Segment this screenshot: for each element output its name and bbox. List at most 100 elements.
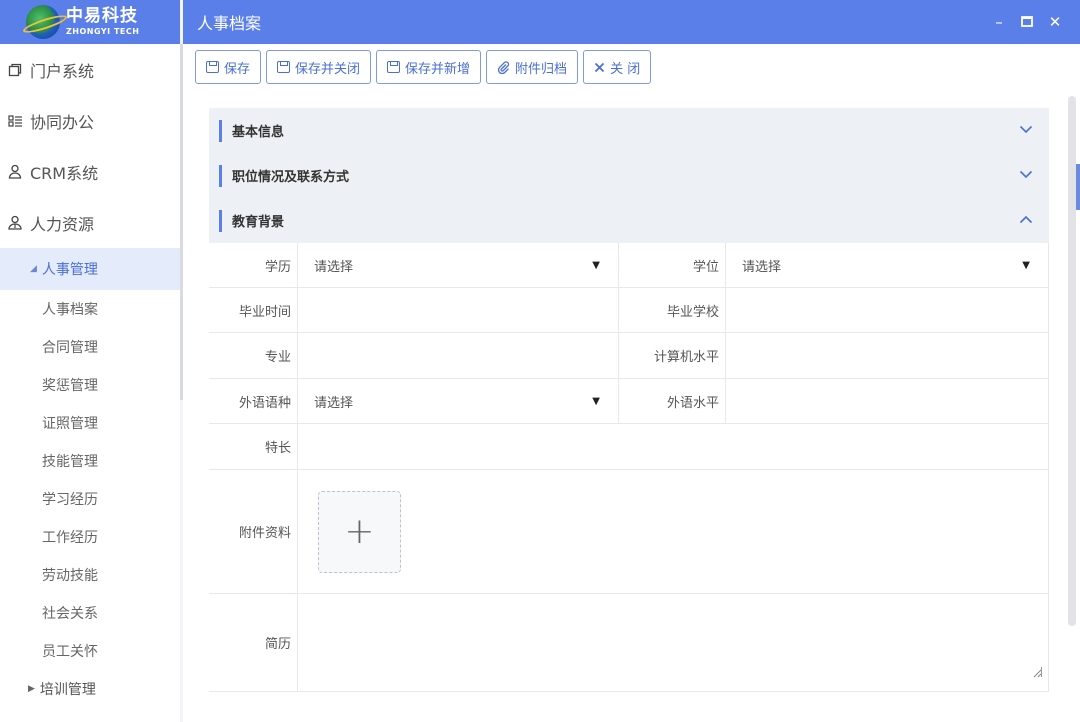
menu-item-label: 门户系统 <box>30 61 95 81</box>
education-select-value: 请选择 <box>314 259 354 275</box>
menu-item-crm[interactable]: CRM系统 <box>0 146 180 197</box>
education-select[interactable]: 请选择 ▼ <box>298 243 619 287</box>
menu-item-label: 协同办公 <box>30 112 95 132</box>
form-content: 基本信息 职位情况及联系方式 教育背景 学历 请选择 ▼ 学位 请选择 ▼ 毕业… <box>209 108 1049 708</box>
computer-level-field[interactable] <box>726 333 1049 378</box>
menu-leaf-labor-skill[interactable]: 劳动技能 <box>0 556 180 594</box>
menu-leaf-reward[interactable]: 奖惩管理 <box>0 366 180 404</box>
archive-window: 人事档案 – ✕ 保存 保存并关闭 保存并新增 附件归档 关 闭 基本信息 职位… <box>183 0 1080 722</box>
grad-time-field[interactable] <box>298 288 619 332</box>
menu-leaf-contract[interactable]: 合同管理 <box>0 328 180 366</box>
logo: 中易科技 ZHONGYI TECH <box>66 8 139 36</box>
language-label: 外语语种 <box>209 379 298 423</box>
caret-down-icon: ▼ <box>592 395 600 407</box>
form-row: 外语语种 请选择 ▼ 外语水平 <box>209 379 1049 424</box>
section-education[interactable]: 教育背景 <box>209 198 1049 243</box>
section-accent <box>219 119 222 142</box>
triangle-down-icon: ◢ <box>30 264 37 274</box>
major-label: 专业 <box>209 333 298 378</box>
menu-group-label: 人事管理 <box>41 262 98 278</box>
menu-group-label: 培训管理 <box>39 682 96 698</box>
window-controls: – ✕ <box>992 0 1062 44</box>
form-row: 专业 计算机水平 <box>209 333 1049 379</box>
form-row: 简历 <box>209 594 1049 692</box>
section-position-contact[interactable]: 职位情况及联系方式 <box>209 153 1049 198</box>
triangle-right-icon: ▶ <box>28 684 35 694</box>
save-icon <box>387 61 401 73</box>
window-scrollbar[interactable] <box>1068 96 1076 626</box>
maximize-icon[interactable] <box>1020 13 1034 31</box>
attachments-label: 附件资料 <box>209 470 298 593</box>
degree-label: 学位 <box>619 243 726 287</box>
section-accent <box>219 209 222 232</box>
logo-bar: 中易科技 ZHONGYI TECH <box>0 0 180 44</box>
menu-group-personnel[interactable]: ◢ 人事管理 <box>0 248 180 290</box>
menu-leaf-study[interactable]: 学习经历 <box>0 480 180 518</box>
form-row: 特长 <box>209 424 1049 470</box>
menu-item-hr[interactable]: 人力资源 <box>0 197 180 248</box>
section-title: 职位情况及联系方式 <box>232 170 350 185</box>
plus-icon: + <box>344 511 375 552</box>
menu-leaf-work[interactable]: 工作经历 <box>0 518 180 556</box>
grad-time-label: 毕业时间 <box>209 288 298 332</box>
save-close-button[interactable]: 保存并关闭 <box>266 50 372 84</box>
logo-globe-icon <box>26 5 60 39</box>
resume-textarea[interactable] <box>298 594 1049 691</box>
save-close-button-label: 保存并关闭 <box>295 61 361 77</box>
sidebar: 中易科技 ZHONGYI TECH 门户系统 协同办公 CRM系统 人力资源 ◢… <box>0 0 180 722</box>
menu-item-office[interactable]: 协同办公 <box>0 95 180 146</box>
school-field[interactable] <box>726 288 1049 332</box>
save-button[interactable]: 保存 <box>195 50 262 84</box>
add-attachment-button[interactable]: + <box>318 490 401 573</box>
section-title: 教育背景 <box>232 215 285 230</box>
menu-group-training[interactable]: ▶ 培训管理 <box>0 670 180 708</box>
menu-item-portal[interactable]: 门户系统 <box>0 44 180 95</box>
chevron-down-icon[interactable] <box>1019 122 1033 138</box>
save-new-button[interactable]: 保存并新增 <box>376 50 482 84</box>
education-label: 学历 <box>209 243 298 287</box>
caret-down-icon: ▼ <box>1022 259 1030 271</box>
minimize-icon[interactable]: – <box>992 13 1006 31</box>
attach-archive-button[interactable]: 附件归档 <box>486 50 579 84</box>
section-basic-info[interactable]: 基本信息 <box>209 108 1049 153</box>
resume-label: 简历 <box>209 594 298 691</box>
menu-leaf-archive[interactable]: 人事档案 <box>0 290 180 328</box>
section-accent <box>219 164 222 187</box>
logo-name-en: ZHONGYI TECH <box>66 27 140 36</box>
menu-leaf-social[interactable]: 社会关系 <box>0 594 180 632</box>
window-icon <box>4 63 26 77</box>
window-title: 人事档案 <box>197 14 262 33</box>
degree-select[interactable]: 请选择 ▼ <box>726 243 1049 287</box>
form-row: 学历 请选择 ▼ 学位 请选择 ▼ <box>209 243 1049 288</box>
form-row: 附件资料 + <box>209 470 1049 594</box>
specialty-field[interactable] <box>298 424 1049 469</box>
menu-item-label: 人力资源 <box>30 214 95 234</box>
menu-leaf-license[interactable]: 证照管理 <box>0 404 180 442</box>
paperclip-icon <box>497 60 510 74</box>
form-row: 毕业时间 毕业学校 <box>209 288 1049 333</box>
chevron-down-icon[interactable] <box>1019 167 1033 183</box>
specialty-label: 特长 <box>209 424 298 469</box>
resize-grip-icon[interactable] <box>1032 667 1042 678</box>
section-title: 基本信息 <box>232 125 285 140</box>
chevron-up-icon[interactable] <box>1019 212 1033 228</box>
language-select[interactable]: 请选择 ▼ <box>298 379 619 423</box>
close-icon[interactable]: ✕ <box>1048 13 1062 31</box>
toolbar: 保存 保存并关闭 保存并新增 附件归档 关 闭 <box>183 44 1080 90</box>
list-icon <box>4 114 26 128</box>
close-button[interactable]: 关 闭 <box>583 50 652 84</box>
language-level-label: 外语水平 <box>619 379 726 423</box>
users-icon <box>4 215 26 230</box>
computer-level-label: 计算机水平 <box>619 333 726 378</box>
close-button-label: 关 闭 <box>610 61 641 77</box>
language-select-value: 请选择 <box>314 395 354 411</box>
x-icon <box>594 62 605 73</box>
save-icon <box>206 61 219 73</box>
caret-down-icon: ▼ <box>592 259 600 271</box>
major-field[interactable] <box>298 333 619 378</box>
save-button-label: 保存 <box>224 61 251 77</box>
menu-leaf-care[interactable]: 员工关怀 <box>0 632 180 670</box>
menu-leaf-skill[interactable]: 技能管理 <box>0 442 180 480</box>
language-level-field[interactable] <box>726 379 1049 423</box>
save-icon <box>277 61 291 73</box>
